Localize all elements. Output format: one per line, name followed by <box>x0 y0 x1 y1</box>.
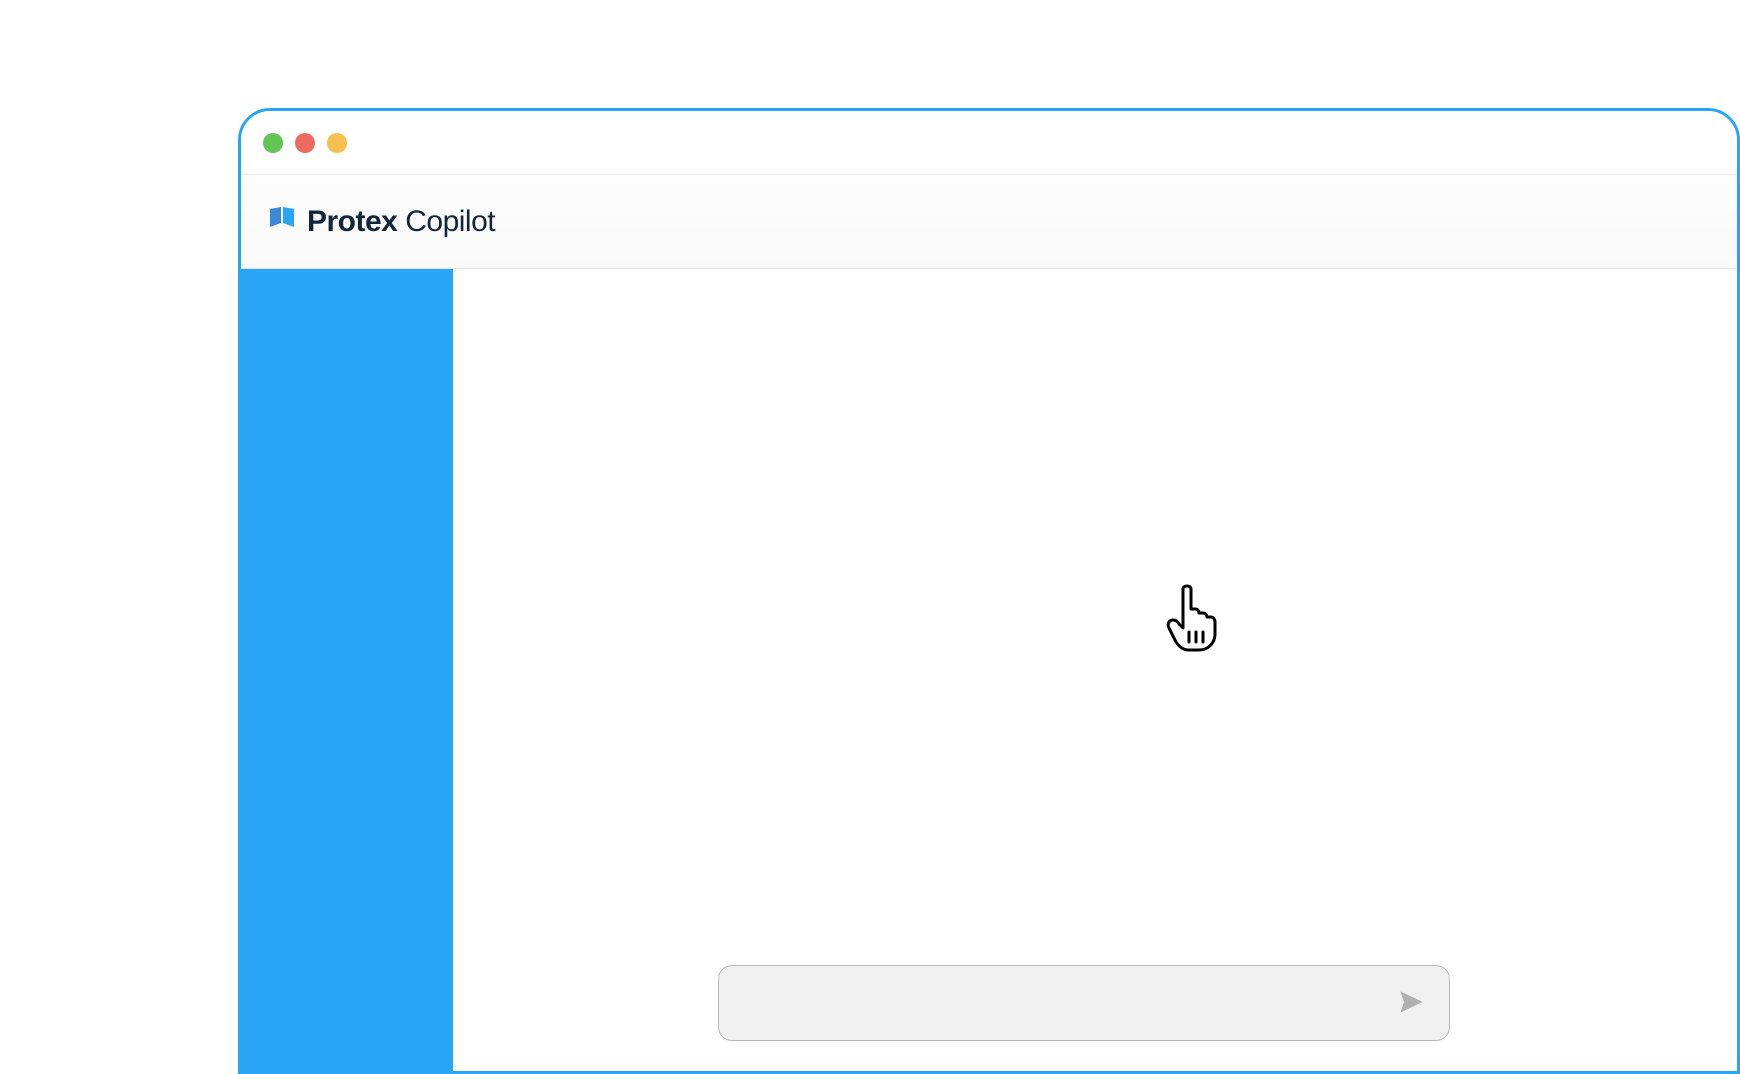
main-content <box>453 269 1737 1071</box>
window-maximize-button[interactable] <box>327 133 347 153</box>
app-window: Protex Copilot <box>238 108 1740 1074</box>
window-minimize-button[interactable] <box>295 133 315 153</box>
send-icon <box>1397 988 1425 1019</box>
pointer-hand-cursor-icon <box>1161 584 1221 654</box>
window-titlebar <box>241 111 1737 175</box>
app-logo-wrap: Protex Copilot <box>269 205 495 239</box>
app-title-product: Copilot <box>405 205 495 238</box>
app-title-brand: Protex <box>307 205 397 238</box>
sidebar <box>241 269 453 1071</box>
traffic-lights <box>263 133 347 153</box>
window-close-button[interactable] <box>263 133 283 153</box>
protex-logo-icon <box>269 207 295 237</box>
chat-input-bar <box>718 965 1450 1041</box>
app-body <box>241 269 1737 1071</box>
chat-input[interactable] <box>739 993 1393 1014</box>
app-header: Protex Copilot <box>241 175 1737 269</box>
send-button[interactable] <box>1393 985 1429 1021</box>
app-title: Protex Copilot <box>307 205 495 239</box>
